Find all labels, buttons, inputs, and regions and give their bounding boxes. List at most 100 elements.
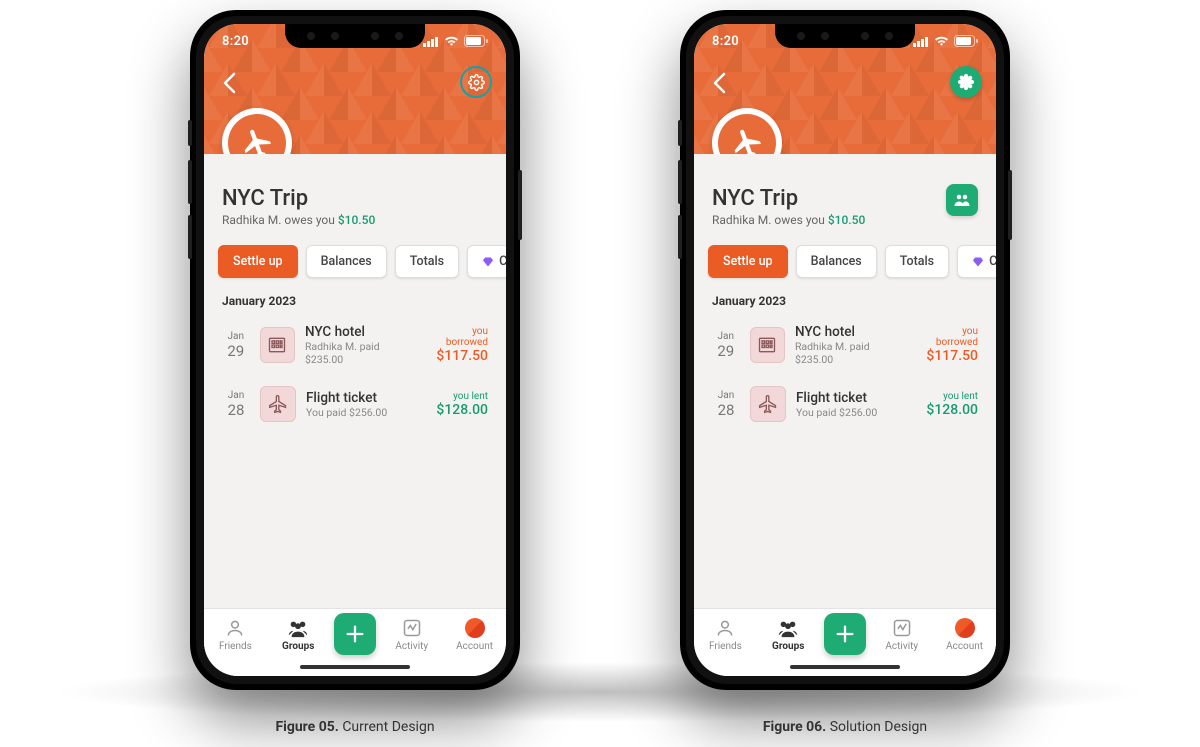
totals-button[interactable]: Totals [885, 245, 949, 278]
section-header: January 2023 [708, 290, 982, 318]
expense-row[interactable]: Jan 29 NYC hotel Radhika M. paid $235.00… [708, 318, 982, 380]
status-time: 8:20 [222, 34, 249, 49]
action-chip-row: Settle up Balances Totals Chart [204, 235, 506, 290]
building-icon [757, 335, 777, 355]
device-notch [775, 24, 915, 48]
plus-icon [834, 623, 856, 645]
balances-button[interactable]: Balances [306, 245, 387, 278]
expense-row[interactable]: Jan 28 Flight ticket You paid $256.00 yo… [218, 380, 492, 436]
charts-button[interactable]: Chart [957, 245, 996, 278]
home-indicator [300, 665, 410, 669]
wifi-icon [444, 36, 459, 47]
building-icon [267, 335, 287, 355]
figure-caption-05: Figure 05. Current Design [190, 719, 520, 735]
gear-icon [958, 74, 974, 90]
nav-groups[interactable]: Groups [271, 617, 325, 652]
totals-button[interactable]: Totals [395, 245, 459, 278]
nav-activity[interactable]: Activity [385, 617, 439, 652]
expense-status-label: you borrowed [919, 326, 979, 348]
wifi-icon [934, 36, 949, 47]
add-expense-button[interactable] [334, 613, 376, 655]
back-button[interactable] [704, 68, 734, 98]
expense-list: January 2023 Jan 29 NYC hotel Radhika M.… [694, 290, 996, 608]
expense-subtitle: You paid $256.00 [306, 406, 426, 419]
expense-title: NYC hotel [305, 324, 419, 340]
expense-title: Flight ticket [306, 390, 426, 406]
expense-category-icon [750, 386, 786, 422]
nav-friends[interactable]: Friends [698, 617, 752, 652]
battery-icon [464, 35, 488, 47]
expense-amount: $117.50 [429, 348, 489, 364]
airplane-outline-icon [758, 394, 778, 414]
expense-category-icon [750, 327, 785, 363]
back-button[interactable] [214, 68, 244, 98]
nav-account[interactable]: Account [938, 617, 992, 652]
airplane-outline-icon [268, 394, 288, 414]
status-icons [423, 35, 488, 47]
battery-icon [954, 35, 978, 47]
person-icon [715, 618, 735, 638]
charts-button[interactable]: Chart [467, 245, 506, 278]
action-chip-row: Settle up Balances Totals Chart [694, 235, 996, 290]
airplane-icon [725, 121, 769, 154]
expense-row[interactable]: Jan 28 Flight ticket You paid $256.00 yo… [708, 380, 982, 436]
expense-date: Jan 28 [222, 390, 250, 419]
account-avatar-icon [955, 618, 975, 638]
person-icon [225, 618, 245, 638]
nav-account[interactable]: Account [448, 617, 502, 652]
expense-date: Jan 28 [712, 390, 740, 419]
account-avatar-icon [465, 618, 485, 638]
figure-caption-06: Figure 06. Solution Design [680, 719, 1010, 735]
group-title-block: NYC Trip Radhika M. owes you $10.50 [694, 154, 996, 235]
expense-amount: $128.00 [926, 402, 978, 418]
expense-row[interactable]: Jan 29 NYC hotel Radhika M. paid $235.00… [218, 318, 492, 380]
nav-activity[interactable]: Activity [875, 617, 929, 652]
expense-category-icon [260, 327, 295, 363]
add-expense-button[interactable] [824, 613, 866, 655]
expense-subtitle: You paid $256.00 [796, 406, 916, 419]
chevron-left-icon [222, 72, 236, 94]
expense-date: Jan 29 [712, 331, 740, 360]
status-time: 8:20 [712, 34, 739, 49]
airplane-icon [235, 121, 279, 154]
settle-up-button[interactable]: Settle up [708, 245, 788, 278]
activity-icon [892, 618, 912, 638]
expense-list: January 2023 Jan 29 NYC hotel Radhika M.… [204, 290, 506, 608]
expense-subtitle: Radhika M. paid $235.00 [305, 340, 419, 366]
expense-date: Jan 29 [222, 331, 250, 360]
signal-icon [423, 36, 439, 47]
group-title: NYC Trip [222, 186, 488, 211]
section-header: January 2023 [218, 290, 492, 318]
gem-icon [972, 256, 984, 268]
settings-button[interactable] [460, 66, 492, 98]
screen-current: 8:20 [204, 24, 506, 676]
signal-icon [913, 36, 929, 47]
gear-icon [468, 74, 485, 91]
settle-up-button[interactable]: Settle up [218, 245, 298, 278]
expense-status-label: you borrowed [429, 326, 489, 348]
nav-groups[interactable]: Groups [761, 617, 815, 652]
device-notch [285, 24, 425, 48]
phone-frame-solution: 8:20 [680, 10, 1010, 690]
expense-title: Flight ticket [796, 390, 916, 406]
expense-amount: $117.50 [919, 348, 979, 364]
settings-button[interactable] [950, 66, 982, 98]
expense-subtitle: Radhika M. paid $235.00 [795, 340, 909, 366]
activity-icon [402, 618, 422, 638]
phone-frame-current: 8:20 [190, 10, 520, 690]
expense-category-icon [260, 386, 296, 422]
expense-status-label: you lent [926, 391, 978, 402]
screen-solution: 8:20 [694, 24, 996, 676]
group-members-button[interactable] [946, 184, 978, 216]
status-icons [913, 35, 978, 47]
plus-icon [344, 623, 366, 645]
gem-icon [482, 256, 494, 268]
group-balance-summary: Radhika M. owes you $10.50 [712, 213, 978, 227]
home-indicator [790, 665, 900, 669]
group-title-block: NYC Trip Radhika M. owes you $10.50 [204, 154, 506, 235]
people-icon [953, 192, 971, 208]
balances-button[interactable]: Balances [796, 245, 877, 278]
people-icon [777, 618, 799, 638]
nav-friends[interactable]: Friends [208, 617, 262, 652]
expense-status-label: you lent [436, 391, 488, 402]
